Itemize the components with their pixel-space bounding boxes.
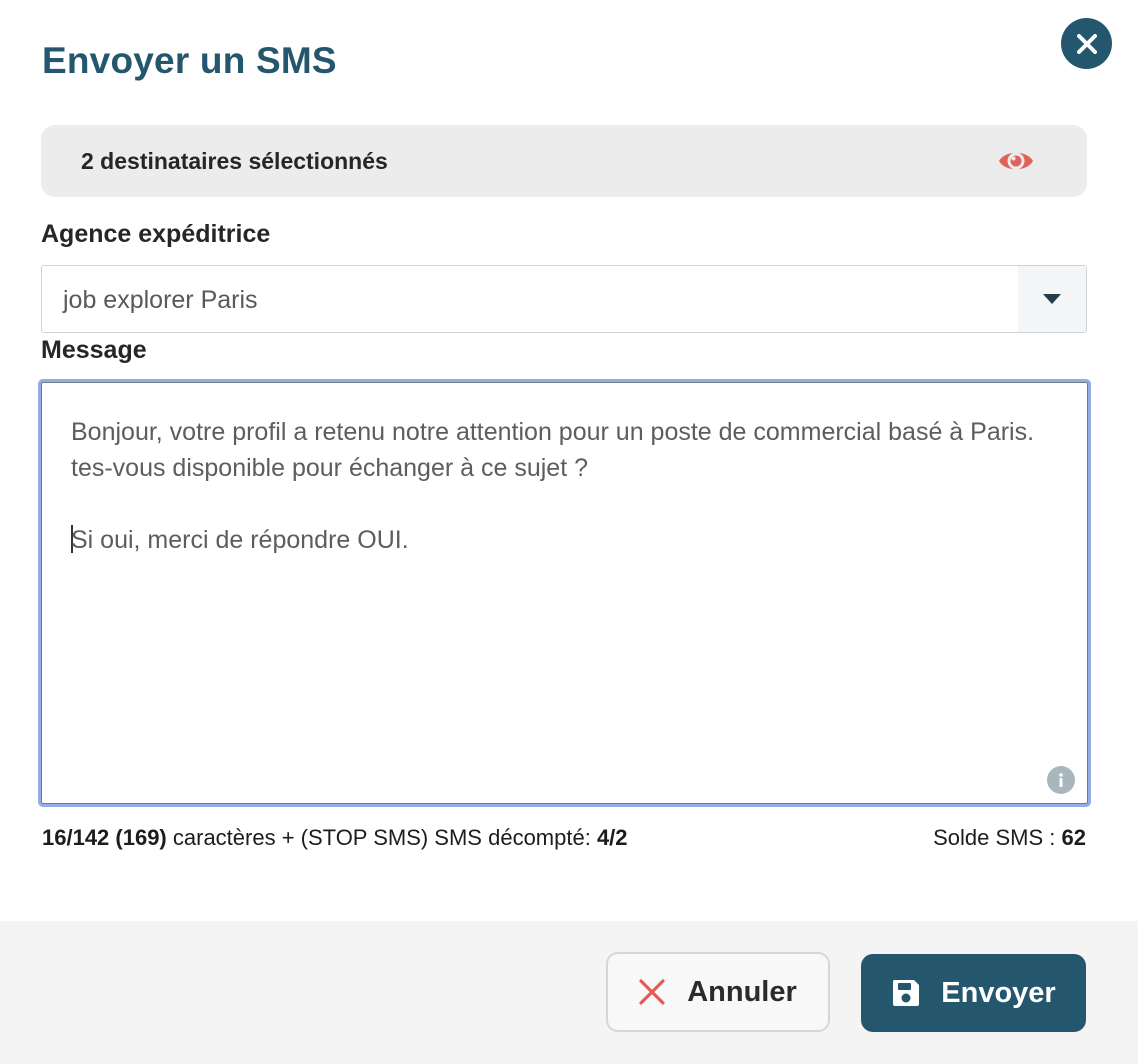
balance-value: 62	[1061, 825, 1086, 850]
message-content: Bonjour, votre profil a retenu notre att…	[71, 414, 1071, 558]
caret-down-icon	[1043, 294, 1061, 304]
close-icon	[1076, 33, 1097, 54]
modal-footer: Annuler Envoyer	[0, 921, 1138, 1064]
agency-label: Agence expéditrice	[41, 220, 271, 248]
agency-select[interactable]: job explorer Paris	[41, 265, 1087, 333]
recipients-summary: 2 destinataires sélectionnés	[41, 125, 1087, 197]
close-icon	[639, 979, 665, 1005]
char-count: 16/142 (169)	[42, 825, 167, 850]
save-icon	[893, 980, 920, 1006]
message-line: Si oui, merci de répondre OUI.	[71, 525, 409, 554]
modal-title: Envoyer un SMS	[42, 40, 337, 81]
close-button[interactable]	[1061, 18, 1112, 69]
sms-count: 4/2	[596, 825, 628, 850]
send-button[interactable]: Envoyer	[861, 954, 1086, 1032]
eye-icon[interactable]	[997, 146, 1035, 176]
message-textarea[interactable]: Bonjour, votre profil a retenu notre att…	[38, 379, 1091, 807]
character-counter: 16/142 (169) caractères + (STOP SMS) SMS…	[42, 824, 628, 852]
send-label: Envoyer	[941, 976, 1056, 1009]
message-line: Bonjour, votre profil a retenu notre att…	[71, 418, 1035, 482]
recipients-label: 2 destinataires sélectionnés	[81, 148, 388, 174]
balance-label: Solde SMS :	[933, 825, 1062, 850]
send-sms-modal: Envoyer un SMS 2 destinataires sélection…	[0, 0, 1138, 1064]
cancel-button[interactable]: Annuler	[606, 952, 830, 1032]
info-icon[interactable]	[1047, 766, 1075, 794]
sms-balance: Solde SMS : 62	[933, 824, 1086, 852]
counter-text: caractères + (STOP SMS) SMS décompté:	[166, 825, 597, 850]
agency-select-value: job explorer Paris	[63, 286, 258, 314]
message-label: Message	[41, 336, 147, 364]
cancel-label: Annuler	[687, 975, 797, 1008]
agency-select-toggle[interactable]	[1018, 266, 1086, 332]
